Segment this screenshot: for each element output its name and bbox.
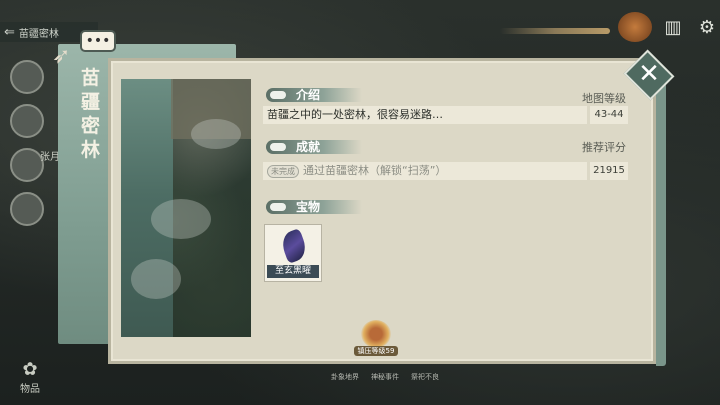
- achievement-row: 未完成 通过苗疆密林（解锁“扫荡”）: [263, 162, 587, 180]
- recommended-score-label: 推荐评分: [582, 141, 626, 154]
- treasure-item[interactable]: 至玄黑曜: [264, 224, 322, 282]
- treasure-header: 宝物: [266, 200, 362, 214]
- location-map-image: [121, 79, 251, 337]
- side-character-name: 张月: [40, 152, 60, 163]
- location-title: 苗 疆 密 林: [80, 67, 101, 161]
- chat-icon[interactable]: •••: [80, 30, 116, 52]
- back-arrow-icon[interactable]: ⇐: [4, 25, 15, 40]
- reward-chest-icon: [361, 320, 391, 348]
- bag-icon: ✿: [22, 359, 38, 380]
- bottom-action-bar: 卦象地界 神秘事件 祭祀不良: [330, 372, 440, 382]
- bottom-bar-item[interactable]: 卦象地界: [330, 372, 360, 382]
- avatar[interactable]: [10, 60, 44, 94]
- map-fog: [191, 119, 241, 149]
- panel-edge-decoration: [656, 76, 666, 366]
- achievement-header: 成就: [266, 140, 362, 154]
- avatar[interactable]: [10, 192, 44, 226]
- map-level-label: 地图等级: [582, 92, 626, 105]
- inventory-label: 物品: [20, 384, 40, 395]
- sword-ornament: [500, 28, 610, 34]
- map-fog: [131, 259, 181, 299]
- map-level-value: 43-44: [590, 106, 628, 124]
- intro-header: 介绍: [266, 88, 362, 102]
- location-label: 苗疆密林: [18, 28, 59, 40]
- suppression-reward[interactable]: 镇压等级59: [354, 320, 398, 356]
- bird-icon: ➶: [52, 44, 71, 69]
- intro-text: 苗疆之中的一处密林，很容易迷路…: [263, 106, 587, 124]
- inventory-button[interactable]: ✿ 物品: [20, 359, 40, 395]
- bottom-bar-item[interactable]: 神秘事件: [370, 372, 400, 382]
- avatar[interactable]: [10, 148, 44, 182]
- status-badge: 未完成: [267, 164, 299, 178]
- map-fog: [151, 199, 211, 239]
- map-icon[interactable]: ▥: [660, 17, 686, 38]
- treasure-chip-icon[interactable]: [618, 12, 652, 42]
- bottom-bar-item[interactable]: 祭祀不良: [410, 372, 440, 382]
- close-icon[interactable]: ✕: [630, 56, 668, 92]
- treasure-art-icon: [278, 228, 310, 264]
- treasure-name: 至玄黑曜: [267, 265, 319, 278]
- gear-icon[interactable]: ⚙: [694, 17, 720, 38]
- top-right-hud: ▥ ⚙: [500, 12, 720, 42]
- achievement-text: 通过苗疆密林（解锁“扫荡”）: [303, 164, 447, 177]
- avatar[interactable]: [10, 104, 44, 138]
- reward-label: 镇压等级59: [354, 346, 398, 356]
- recommended-score-value: 21915: [590, 162, 628, 180]
